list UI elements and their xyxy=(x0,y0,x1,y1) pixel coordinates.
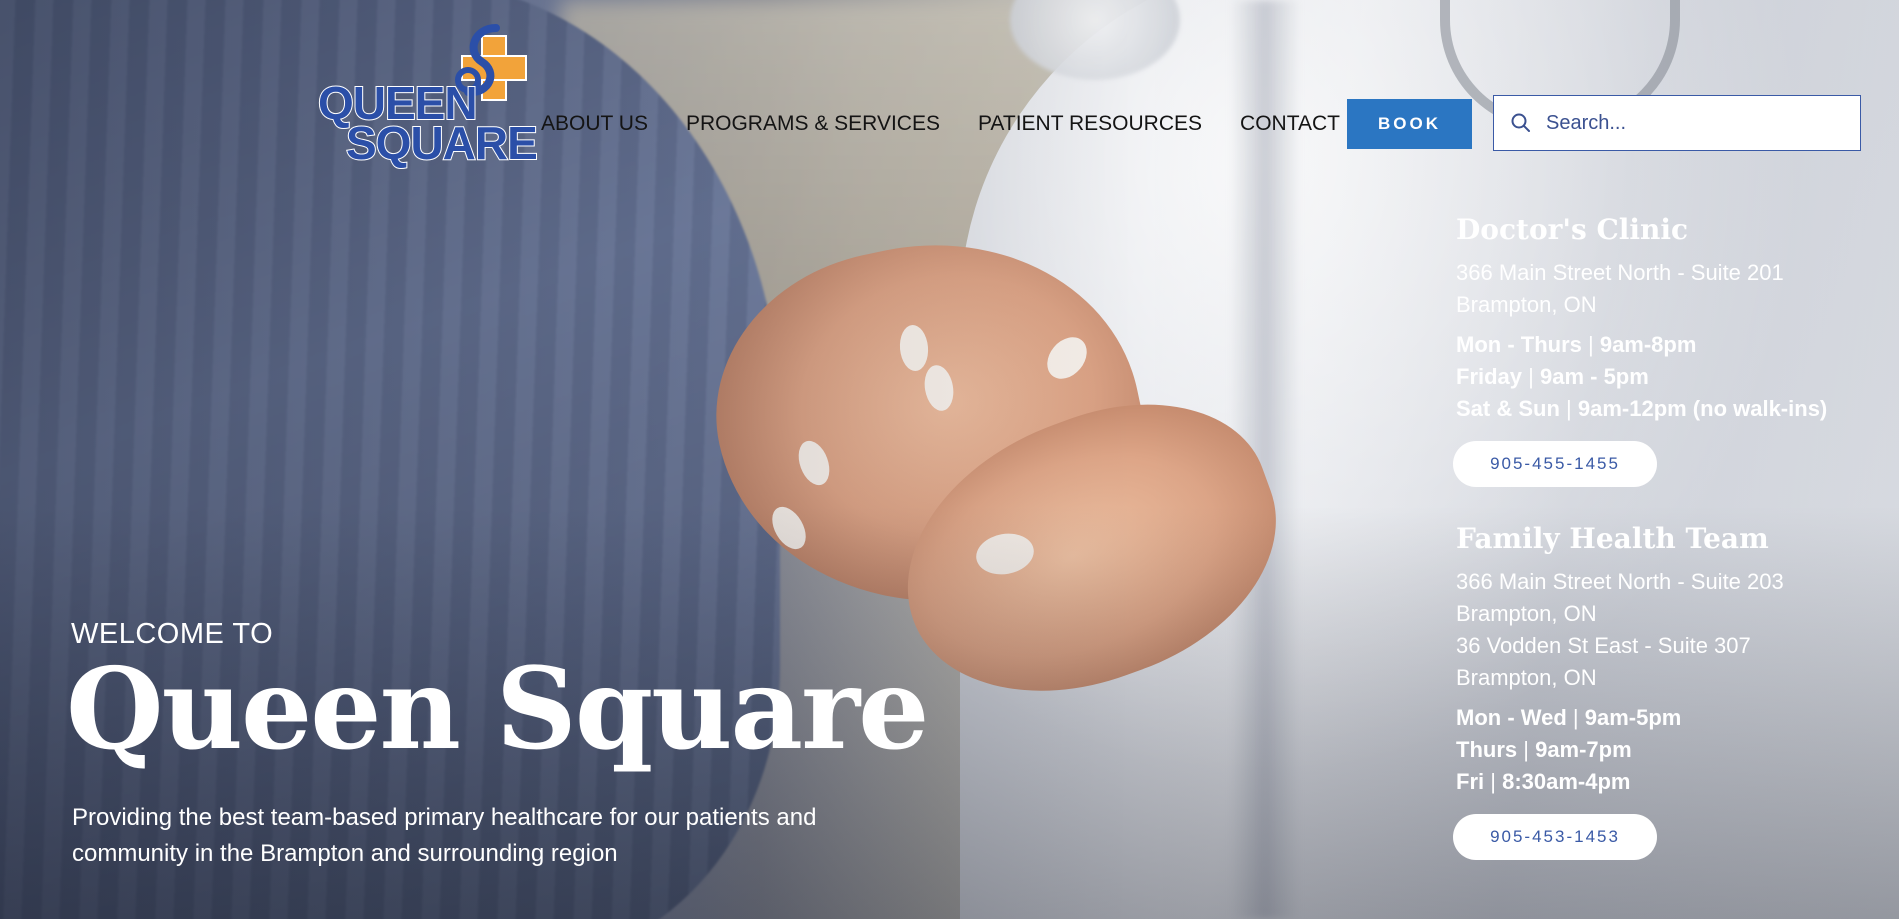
hero-subtitle-line2: community in the Brampton and surroundin… xyxy=(72,840,618,867)
hours-separator: | xyxy=(1522,364,1540,389)
hours-time: 9am-8pm xyxy=(1599,332,1697,357)
phone-button-doctors-clinic[interactable]: 905-455-1455 xyxy=(1453,441,1657,487)
hours-row: Thurs | 9am-7pm xyxy=(1456,734,1876,766)
hours-separator: | xyxy=(1566,705,1585,730)
nav-programs-services[interactable]: PROGRAMS & SERVICES xyxy=(686,112,940,136)
hours-time: 9am-5pm xyxy=(1584,705,1682,730)
hours-row: Mon - Wed | 9am-5pm xyxy=(1456,702,1876,734)
hours-separator: | xyxy=(1559,396,1578,421)
phone-button-family-health-team[interactable]: 905-453-1453 xyxy=(1453,814,1657,860)
location-address: 366 Main Street North - Suite 203 Brampt… xyxy=(1456,566,1876,694)
hours-time: 9am-7pm xyxy=(1535,737,1632,762)
main-nav: ABOUT US PROGRAMS & SERVICES PATIENT RES… xyxy=(541,112,1340,136)
address-line: 366 Main Street North - Suite 203 xyxy=(1456,569,1784,594)
location-address: 366 Main Street North - Suite 201 Brampt… xyxy=(1456,257,1876,321)
location-doctors-clinic: Doctor's Clinic 366 Main Street North - … xyxy=(1453,213,1876,487)
location-title: Family Health Team xyxy=(1456,522,1769,555)
hours-days: Mon - Wed xyxy=(1456,705,1567,730)
nav-contact[interactable]: CONTACT xyxy=(1240,112,1340,136)
nav-patient-resources[interactable]: PATIENT RESOURCES xyxy=(978,112,1202,136)
location-family-health-team: Family Health Team 366 Main Street North… xyxy=(1453,522,1876,860)
search-input[interactable] xyxy=(1544,110,1838,136)
address-line: Brampton, ON xyxy=(1456,601,1597,626)
address-line: 366 Main Street North - Suite 201 xyxy=(1456,260,1784,285)
address-line: 36 Vodden St East - Suite 307 xyxy=(1456,633,1751,658)
hours-days: Mon - Thurs xyxy=(1456,332,1582,357)
hours-separator: | xyxy=(1517,737,1536,762)
address-line: Brampton, ON xyxy=(1456,665,1597,690)
location-hours: Mon - Thurs | 9am-8pm Friday | 9am - 5pm… xyxy=(1456,329,1876,425)
hours-time: 9am-12pm (no walk-ins) xyxy=(1577,396,1828,421)
hours-row: Sat & Sun | 9am-12pm (no walk-ins) xyxy=(1456,393,1876,425)
hours-days: Sat & Sun xyxy=(1456,396,1560,421)
site-logo[interactable]: QUEEN SQUARE xyxy=(316,22,539,172)
nav-about-us[interactable]: ABOUT US xyxy=(541,112,648,136)
address-line: Brampton, ON xyxy=(1456,292,1597,317)
hours-separator: | xyxy=(1484,769,1503,794)
hours-days: Fri xyxy=(1456,769,1485,794)
hours-days: Thurs xyxy=(1456,737,1518,762)
hero-subtitle: Providing the best team-based primary he… xyxy=(72,800,922,872)
logo-text-square: SQUARE xyxy=(345,117,539,169)
location-title: Doctor's Clinic xyxy=(1456,213,1689,246)
hero-subtitle-line1: Providing the best team-based primary he… xyxy=(72,804,817,831)
location-hours: Mon - Wed | 9am-5pm Thurs | 9am-7pm Fri … xyxy=(1456,702,1876,798)
hours-row: Fri | 8:30am-4pm xyxy=(1456,766,1876,798)
hero-title: Queen Square xyxy=(66,644,929,775)
search-box[interactable] xyxy=(1493,95,1861,151)
hours-row: Mon - Thurs | 9am-8pm xyxy=(1456,329,1876,361)
hours-time: 9am - 5pm xyxy=(1539,364,1649,389)
search-icon[interactable] xyxy=(1510,112,1532,134)
hours-days: Friday xyxy=(1456,364,1523,389)
book-button[interactable]: BOOK xyxy=(1347,99,1472,149)
hours-time: 8:30am-4pm xyxy=(1502,769,1631,794)
hours-separator: | xyxy=(1581,332,1600,357)
hours-row: Friday | 9am - 5pm xyxy=(1456,361,1876,393)
